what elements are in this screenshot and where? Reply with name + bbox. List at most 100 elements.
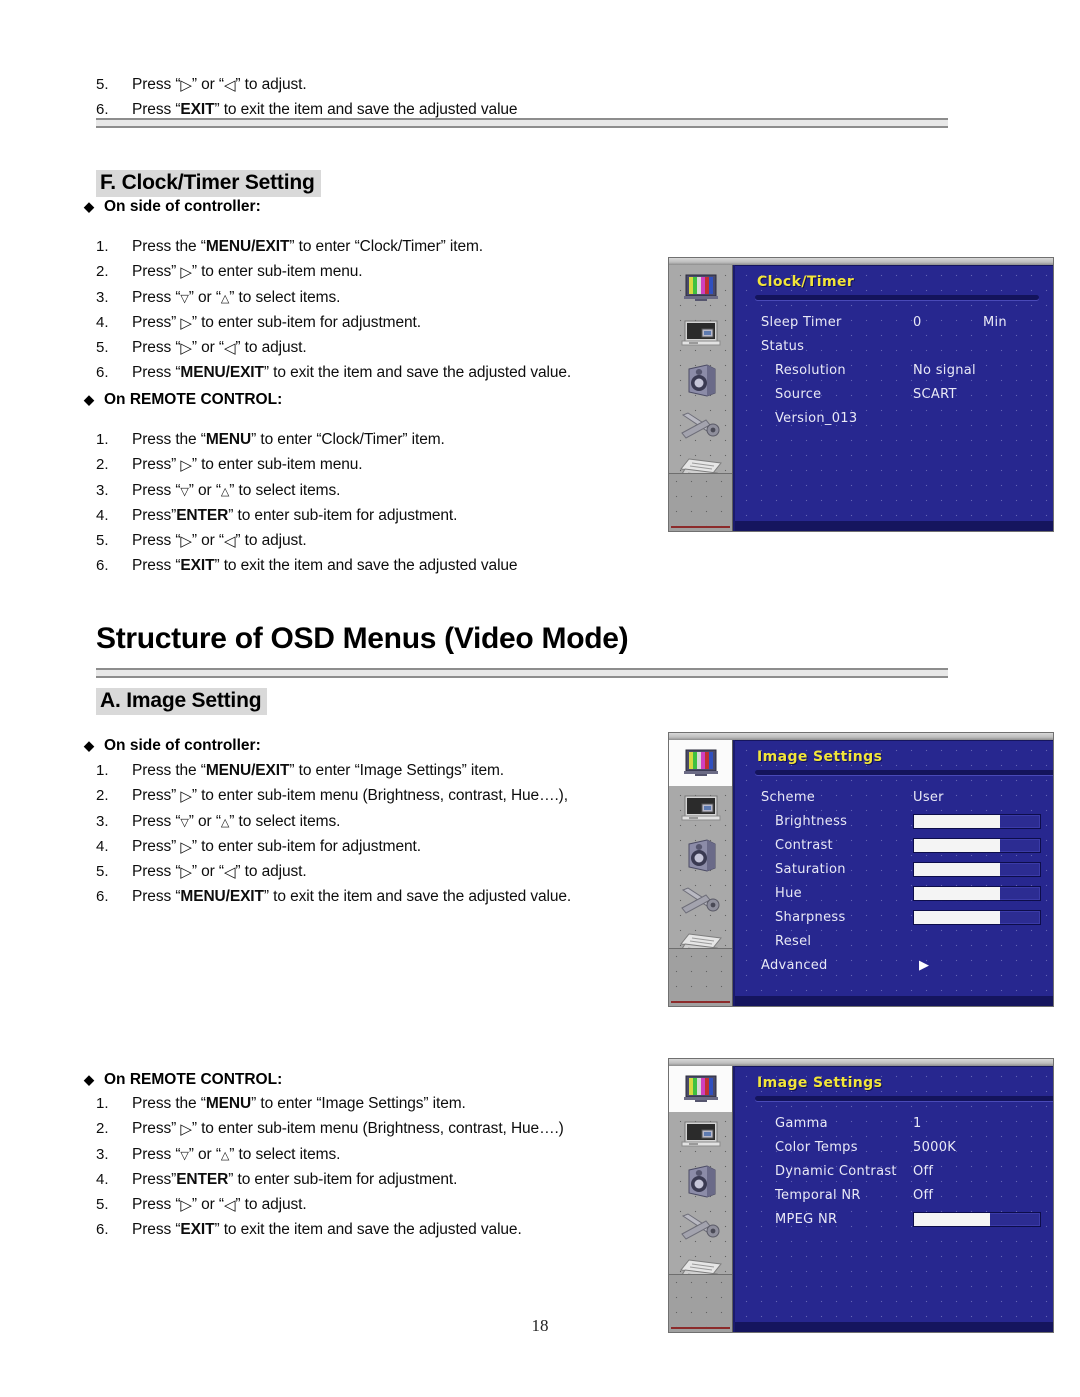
right-triangle-icon: ▷ [180,457,192,475]
step-text: Press”ENTER” to enter sub-item for adjus… [132,506,458,524]
chevron-right-icon[interactable]: ▶ [919,958,929,973]
osd-row-label: Sharpness [775,909,846,925]
step-item: 6. Press “MENU/EXIT” to exit the item and… [96,884,571,909]
key-label: EXIT [180,1221,215,1239]
osd-row-label: Gamma [775,1115,828,1131]
diamond-bullet-icon: ◆ [84,738,94,753]
osd-row-label: Resel [775,933,812,949]
osd-row[interactable]: Gamma 1 [735,1111,1053,1135]
osd-slider[interactable] [913,813,1041,829]
label-on-remote-control-clock: ◆ On REMOTE CONTROL: [84,391,283,408]
diamond-bullet-icon: ◆ [84,199,94,214]
osd-row-value: 0 [913,314,922,330]
step-text: Press “▷” or “◁” to adjust. [132,76,307,94]
osd-row-unit: Min [983,314,1007,330]
osd-row-value: User [913,789,944,805]
right-triangle-icon: ▷ [180,264,192,282]
osd-row[interactable]: Saturation0 [735,857,1053,881]
osd-row[interactable]: MPEG NR0 [735,1207,1053,1231]
step-text: Press” ▷” to enter sub-item for adjustme… [132,313,421,332]
heading-image-setting: A. Image Setting [96,688,268,715]
up-triangle-icon: △ [220,1149,230,1162]
osd-sidebar-item-wrench-tool[interactable] [669,878,732,924]
osd-row-label: Hue [775,885,802,901]
osd-sidebar-item-pc-monitor[interactable] [669,311,732,357]
osd-row[interactable]: Source SCART [735,382,1053,406]
osd-sidebar-item-speaker[interactable] [669,1158,732,1204]
osd-row[interactable]: Brightness0 [735,809,1053,833]
osd-row[interactable]: Dynamic Contrast Off [735,1159,1053,1183]
osd-slider[interactable] [913,909,1041,925]
osd-row-label: Status [761,338,805,354]
step-item: 4. Press”ENTER” to enter sub-item for adj… [96,1167,564,1192]
step-text: Press” ▷” to enter sub-item for adjustme… [132,837,421,856]
osd-sidebar-item-picture-tv[interactable] [669,265,732,311]
osd-title-underline [755,770,1053,775]
step-text: Press “▷” or “◁” to adjust. [132,1196,307,1215]
osd-sidebar-footer [669,473,732,531]
key-label: MENU [205,431,252,448]
osd-row-label: Temporal NR [775,1187,861,1203]
step-number: 5. [96,1196,109,1214]
osd-top-strip [669,733,1053,740]
osd-row-label: Sleep Timer [761,314,842,330]
osd-slider[interactable] [913,885,1041,901]
osd-row[interactable]: Sleep Timer 0 Min [735,310,1053,334]
osd-sidebar [669,733,733,1006]
speaker-icon [688,364,715,397]
step-text: Press the “MENU/EXIT” to enter “Image Se… [132,762,504,779]
image-remote-steps-list: 1. Press the “MENU” to enter “Image Setti… [96,1091,564,1243]
osd-row[interactable]: Scheme User [735,785,1053,809]
down-triangle-icon: ▽ [180,816,189,829]
osd-slider[interactable] [913,861,1041,877]
osd-sidebar-item-pc-monitor[interactable] [669,1112,732,1158]
key-label: MENU/EXIT [180,364,264,382]
osd-row[interactable]: Advanced ▶ [735,953,1053,977]
pc-monitor-icon [681,795,720,821]
osd-sidebar-item-pc-monitor[interactable] [669,786,732,832]
osd-sidebar-item-speaker[interactable] [669,357,732,403]
osd-row[interactable]: Version_013 [735,406,1053,430]
osd-row[interactable]: Hue0 [735,881,1053,905]
step-text: Press “▽” or “△” to select items. [132,812,341,830]
osd-sidebar-item-picture-tv[interactable] [669,740,732,786]
osd-row-label: Contrast [775,837,833,853]
step-item: 2. Press” ▷” to enter sub-item menu. [96,259,571,284]
osd-sidebar-item-wrench-tool[interactable] [669,1204,732,1250]
osd-row[interactable]: Temporal NR Off [735,1183,1053,1207]
heading-clock-timer-setting: F. Clock/Timer Setting [96,170,321,197]
osd-sidebar-item-picture-tv[interactable] [669,1066,732,1112]
clock-controller-steps-list: 1. Press the “MENU/EXIT” to enter “Clock/… [96,234,571,386]
osd-row[interactable]: Resel [735,929,1053,953]
osd-sidebar [669,1059,733,1332]
step-item: 2. Press” ▷” to enter sub-item menu (Brig… [96,783,571,808]
osd-row[interactable]: Status [735,334,1053,358]
wrench-tool-icon [680,887,719,914]
osd-slider[interactable] [913,837,1041,853]
step-item: 2. Press” ▷” to enter sub-item menu (Brig… [96,1116,564,1141]
step-number: 4. [96,837,109,855]
osd-row[interactable]: Color Temps 5000K [735,1135,1053,1159]
divider-rule-structure [96,668,948,678]
osd-slider[interactable] [913,1211,1041,1227]
osd-body: Image SettingsSchemeUserBrightness0Contr… [733,733,1053,1006]
osd-sidebar-item-wrench-tool[interactable] [669,403,732,449]
key-label: MENU/EXIT [205,762,290,779]
pc-monitor-icon [681,1121,720,1147]
down-triangle-icon: ▽ [180,1149,189,1162]
top-steps-list: 5. Press “▷” or “◁” to adjust. 6. Press “EX… [96,72,518,123]
clock-remote-steps-list: 1. Press the “MENU” to enter “Clock/Timer… [96,427,518,579]
step-item: 3. Press “▽” or “△” to select items. [96,478,517,503]
step-number: 1. [96,431,109,448]
osd-sidebar-item-speaker[interactable] [669,832,732,878]
step-number: 1. [96,238,109,255]
osd-row-value: SCART [913,386,957,402]
step-item: 6. Press “EXIT” to exit the item and save… [96,1217,564,1242]
key-label: ENTER [176,506,229,524]
page-number: 18 [531,1316,549,1335]
right-triangle-icon: ▷ [180,533,192,551]
osd-row[interactable]: Contrast0 [735,833,1053,857]
osd-screenshot-image-advanced: Image Settings Gamma 1 Color Temps 5000K Dyna… [668,1058,1054,1333]
osd-row[interactable]: Resolution No signal [735,358,1053,382]
osd-row[interactable]: Sharpness0 [735,905,1053,929]
